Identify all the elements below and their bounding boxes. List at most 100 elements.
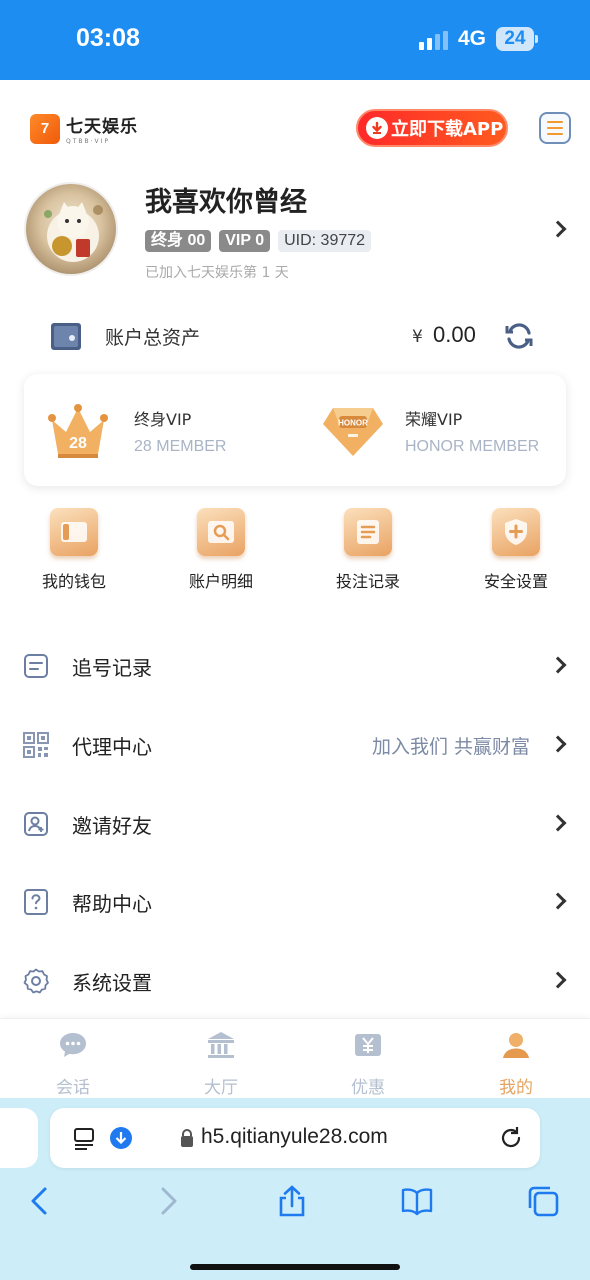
url-text: h5.qitianyule28.com xyxy=(201,1125,388,1148)
back-icon[interactable] xyxy=(23,1184,57,1218)
reader-icon[interactable] xyxy=(72,1126,96,1150)
quick-action-security[interactable]: 安全设置 xyxy=(456,508,576,592)
chevron-right-icon xyxy=(549,735,567,753)
quick-action-bet-records-label: 投注记录 xyxy=(335,572,400,591)
chevron-right-icon xyxy=(549,892,567,910)
vip-honor[interactable]: HONOR 荣耀VIP HONOR MEMBER xyxy=(295,374,566,486)
promo-icon xyxy=(355,1034,381,1056)
menu-item-label: 追号记录 xyxy=(72,656,152,680)
help-icon xyxy=(24,889,48,915)
chevron-right-icon xyxy=(549,656,567,674)
avatar[interactable] xyxy=(24,182,118,276)
battery-icon xyxy=(535,35,538,43)
diamond-icon: HONOR xyxy=(323,408,383,456)
user-icon xyxy=(503,1033,529,1058)
menu-item-label: 帮助中心 xyxy=(72,892,152,916)
tab-label: 优惠 xyxy=(351,1078,385,1098)
menu-item-label: 代理中心 xyxy=(72,735,152,759)
address-bar[interactable]: h5.qitianyule28.com xyxy=(50,1108,540,1168)
tab-hall[interactable]: 大厅 xyxy=(161,1029,281,1098)
vip-lifetime-title: 终身VIP xyxy=(134,410,192,429)
vip-level-tag: VIP 0 xyxy=(219,230,271,252)
download-app-button[interactable]: 立即下载APP xyxy=(356,109,508,147)
menu-item-label: 邀请好友 xyxy=(72,814,152,838)
crown-badge-text: 28 xyxy=(69,435,87,452)
quick-action-account-details-label: 账户明细 xyxy=(188,572,253,591)
status-time: 03:08 xyxy=(76,24,140,52)
vip-lifetime-subtitle: 28 MEMBER xyxy=(134,438,227,455)
gear-icon xyxy=(23,968,49,994)
menu-item-system-settings[interactable]: 系统设置 xyxy=(0,951,590,1011)
quick-action-account-details[interactable]: 账户明细 xyxy=(161,508,281,592)
uid-tag: UID: 39772 xyxy=(278,230,372,252)
quick-action-security-label: 安全设置 xyxy=(483,572,548,591)
vip-lifetime[interactable]: 28 终身VIP 28 MEMBER xyxy=(24,374,295,486)
logo-subtitle: QTBB·VIP xyxy=(66,138,111,145)
hall-icon xyxy=(208,1032,234,1058)
menu-item-agent-center[interactable]: 代理中心 加入我们 共赢财富 xyxy=(0,715,590,775)
joined-days: 已加入七天娱乐第 1 天 xyxy=(145,265,289,281)
network-type: 4G xyxy=(458,27,487,50)
crown-icon: 28 xyxy=(48,404,108,458)
vip-honor-title: 荣耀VIP xyxy=(405,410,463,429)
shield-icon xyxy=(492,508,540,556)
list-icon xyxy=(24,654,48,678)
app-logo: 7 七天娱乐 QTBB·VIP xyxy=(30,112,138,145)
lucky-cat-avatar-image xyxy=(44,202,103,262)
refresh-icon[interactable] xyxy=(503,320,535,352)
profile-chevron-right-icon[interactable] xyxy=(549,220,567,238)
logo-title: 七天娱乐 xyxy=(66,117,138,137)
status-bar: 03:08 4G 24 xyxy=(0,0,590,80)
menu-item-label: 系统设置 xyxy=(72,971,152,995)
agent-center-note: 加入我们 共赢财富 xyxy=(371,736,530,758)
user-add-icon xyxy=(24,812,48,836)
download-icon xyxy=(366,117,388,139)
tab-label: 我的 xyxy=(499,1078,533,1098)
menu-button[interactable] xyxy=(539,112,571,144)
chevron-right-icon xyxy=(549,814,567,832)
tab-label: 会话 xyxy=(56,1078,90,1098)
quick-action-wallet-label: 我的钱包 xyxy=(41,572,106,591)
chat-icon xyxy=(60,1033,86,1057)
app-root: 03:08 4G 24 7 七天娱乐 QTBB·VIP 立即下载APP 我喜欢你… xyxy=(0,0,590,1280)
tab-promotions[interactable]: 优惠 xyxy=(308,1029,428,1098)
signal-icon xyxy=(419,31,448,50)
tabs-icon[interactable] xyxy=(526,1184,560,1218)
browser-toolbar: h5.qitianyule28.com xyxy=(0,1098,590,1280)
profile-tags: 终身 00 VIP 0 UID: 39772 xyxy=(145,230,372,252)
reload-icon[interactable] xyxy=(498,1125,524,1151)
diamond-badge-text: HONOR xyxy=(338,419,368,428)
total-assets-value: 0.00 xyxy=(433,322,476,347)
qrcode-icon xyxy=(23,732,49,758)
logo-mark: 7 xyxy=(30,113,60,144)
bookmarks-icon[interactable] xyxy=(400,1184,434,1218)
wallet-icon xyxy=(50,508,98,556)
home-indicator[interactable] xyxy=(190,1264,400,1270)
vip-honor-subtitle: HONOR MEMBER xyxy=(405,438,540,455)
menu-item-chase-records[interactable]: 追号记录 xyxy=(0,636,590,696)
menu-item-invite-friends[interactable]: 邀请好友 xyxy=(0,794,590,854)
username: 我喜欢你曾经 xyxy=(145,187,307,218)
quick-action-bet-records[interactable]: 投注记录 xyxy=(308,508,428,592)
tab-chat[interactable]: 会话 xyxy=(13,1029,133,1098)
tab-mine[interactable]: 我的 xyxy=(456,1029,576,1098)
share-icon[interactable] xyxy=(275,1184,309,1218)
quick-action-wallet[interactable]: 我的钱包 xyxy=(14,508,134,592)
search-icon xyxy=(197,508,245,556)
chevron-right-icon xyxy=(549,971,567,989)
total-assets-label: 账户总资产 xyxy=(105,327,201,349)
document-icon xyxy=(344,508,392,556)
download-app-label: 立即下载APP xyxy=(391,119,504,140)
bottom-tab-bar: 会话 大厅 优惠 我的 xyxy=(0,1018,590,1098)
vip-card: 28 终身VIP 28 MEMBER HONOR 荣耀VIP HONOR MEM… xyxy=(24,374,566,486)
previous-tab-preview[interactable] xyxy=(0,1108,38,1168)
download-indicator-icon[interactable] xyxy=(109,1126,133,1150)
tab-label: 大厅 xyxy=(204,1078,238,1098)
menu-item-help-center[interactable]: 帮助中心 xyxy=(0,872,590,932)
wallet-icon xyxy=(51,323,81,350)
battery-level: 24 xyxy=(496,27,534,51)
lock-icon xyxy=(181,1129,193,1147)
currency-symbol: ¥ xyxy=(412,327,423,347)
lifetime-tag: 终身 00 xyxy=(145,230,212,252)
forward-icon[interactable] xyxy=(151,1184,185,1218)
